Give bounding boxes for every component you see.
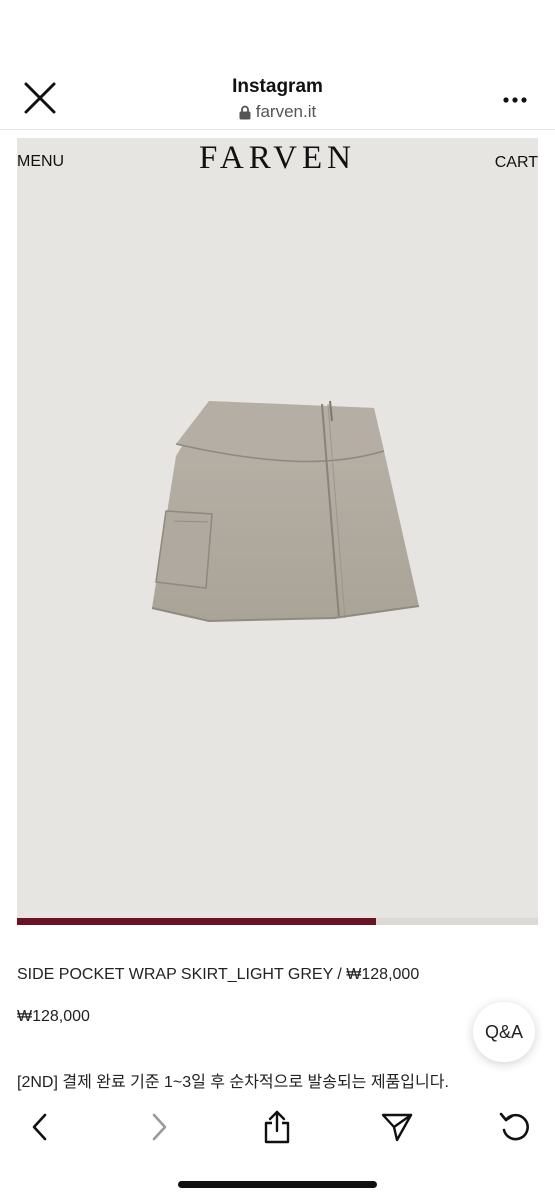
send-button[interactable]	[377, 1107, 417, 1147]
url-display[interactable]: farven.it	[239, 102, 316, 122]
gallery-progress-fill	[17, 918, 377, 925]
more-dots-icon	[503, 97, 527, 103]
gallery-progress-bar	[17, 918, 538, 925]
shipping-notice: [2ND] 결제 완료 기준 1~3일 후 순차적으로 발송되는 제품입니다.	[17, 1074, 449, 1091]
brand-logo[interactable]: FARVEN	[17, 140, 538, 177]
home-indicator	[178, 1181, 377, 1188]
send-icon	[381, 1113, 413, 1142]
cart-link[interactable]: CART	[495, 154, 538, 172]
browser-header: Instagram farven.it	[0, 0, 555, 130]
url-text: farven.it	[255, 102, 317, 121]
product-price: ₩128,000	[17, 1008, 90, 1025]
back-button[interactable]	[20, 1107, 60, 1147]
more-options-button[interactable]	[502, 92, 528, 103]
product-image-area[interactable]: MENU FARVEN CART	[17, 138, 538, 918]
reload-icon	[499, 1112, 529, 1141]
qa-button[interactable]: Q&A	[473, 1002, 535, 1062]
reload-button[interactable]	[495, 1107, 535, 1147]
product-image-skirt	[151, 400, 420, 623]
header-divider	[0, 129, 555, 130]
chevron-right-icon	[152, 1113, 167, 1141]
lock-icon	[239, 105, 251, 119]
browser-title-area: Instagram farven.it	[0, 76, 555, 125]
share-icon	[264, 1110, 290, 1144]
app-title: Instagram	[232, 76, 323, 97]
chevron-left-icon	[32, 1113, 47, 1141]
forward-button[interactable]	[139, 1107, 179, 1147]
share-button[interactable]	[257, 1107, 297, 1147]
product-title: SIDE POCKET WRAP SKIRT_LIGHT GREY / ₩128…	[17, 966, 420, 983]
